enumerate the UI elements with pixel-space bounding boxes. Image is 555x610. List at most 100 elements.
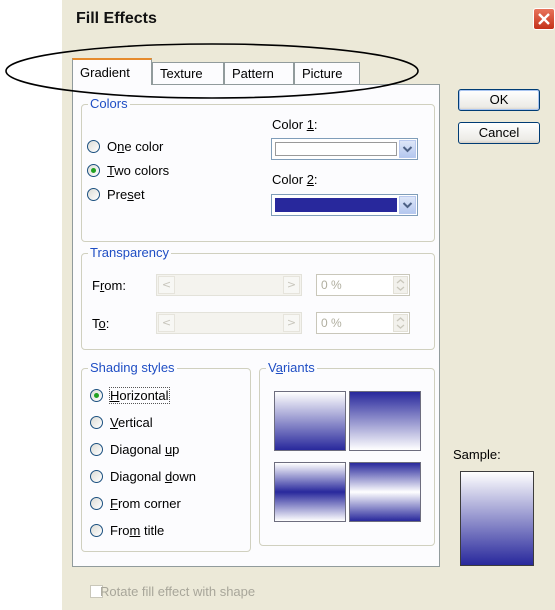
option-label: rom corner: [117, 496, 181, 511]
color1-dropdown[interactable]: [271, 138, 418, 160]
option-label: ertical: [117, 415, 153, 430]
chevron-right-icon: >: [286, 278, 297, 291]
from-slider[interactable]: < >: [156, 274, 302, 296]
option-label-accel: m: [129, 523, 141, 538]
radio-circle: [90, 389, 103, 402]
radio-circle: [87, 140, 100, 153]
color2-dropdown-button[interactable]: [399, 196, 416, 214]
chevron-down-icon: [402, 146, 413, 153]
tab-texture[interactable]: Texture: [152, 62, 224, 84]
to-spinner[interactable]: 0 %: [316, 312, 410, 334]
tab-picture[interactable]: Picture: [294, 62, 360, 84]
scroll-left-button[interactable]: <: [158, 276, 175, 294]
radio-circle: [90, 443, 103, 456]
tab-pattern[interactable]: Pattern: [224, 62, 294, 84]
label-text: :: [313, 172, 318, 187]
colors-group-label: Colors: [88, 96, 130, 111]
radio-diagonal-up[interactable]: Diagonal up: [90, 442, 179, 458]
option-label: own: [172, 469, 197, 484]
label-text: om:: [104, 278, 126, 293]
option-label: Diagonal: [110, 469, 165, 484]
label-text: F: [92, 278, 100, 293]
radio-vertical[interactable]: Vertical: [90, 415, 153, 431]
option-label: O: [107, 139, 118, 154]
label-text: Color: [272, 117, 307, 132]
color1-dropdown-button[interactable]: [399, 140, 416, 158]
radio-circle: [90, 497, 103, 510]
variant-2[interactable]: [349, 391, 421, 451]
sample-label: Sample:: [453, 447, 501, 462]
option-label: Diagonal: [110, 442, 165, 457]
option-label: Fro: [110, 523, 130, 538]
rotate-fill-label: Rotate fill effect with shape: [100, 584, 256, 599]
scroll-left-button[interactable]: <: [158, 314, 175, 332]
chevron-left-icon: <: [161, 316, 172, 329]
spinner-buttons[interactable]: [393, 314, 408, 332]
chevron-down-icon: [402, 202, 413, 209]
label-text: :: [313, 117, 318, 132]
radio-circle: [90, 470, 103, 483]
color2-label: Color 2:: [272, 172, 318, 187]
spin-up-down-icon: [396, 317, 405, 329]
close-button[interactable]: [533, 8, 555, 30]
option-label-accel: V: [110, 415, 118, 430]
option-label: e color: [124, 139, 164, 154]
variant-3[interactable]: [274, 462, 346, 522]
radio-selected-dot: [91, 168, 96, 173]
spin-up-down-icon: [396, 279, 405, 291]
scroll-right-button[interactable]: >: [283, 276, 300, 294]
focused-label: Horizontal: [109, 387, 170, 404]
dialog-title: Fill Effects: [76, 10, 157, 27]
option-label-accel: F: [110, 496, 118, 511]
label-text: riants: [282, 360, 315, 375]
variant-1[interactable]: [274, 391, 346, 451]
label-accel: a: [275, 360, 283, 375]
to-value: 0 %: [321, 316, 342, 330]
transparency-group-label: Transparency: [88, 245, 171, 260]
gradient-panel: Colors One color Two colors Preset Color…: [72, 84, 440, 567]
variant-4[interactable]: [349, 462, 421, 522]
from-label: From:: [92, 278, 126, 293]
option-label: et: [133, 187, 145, 202]
shading-styles-group: Shading styles Horizontal Vertical Diago…: [81, 360, 251, 552]
option-label: p: [172, 442, 180, 457]
radio-from-corner[interactable]: From corner: [90, 496, 181, 512]
close-icon: [538, 13, 550, 25]
sample-preview: [460, 471, 534, 566]
shading-styles-group-label: Shading styles: [88, 360, 177, 375]
radio-two-colors[interactable]: Two colors: [87, 163, 169, 179]
radio-one-color[interactable]: One color: [87, 139, 163, 155]
to-slider[interactable]: < >: [156, 312, 302, 334]
label-text: :: [105, 316, 110, 331]
option-label-accel: H: [110, 388, 120, 403]
ok-button[interactable]: OK: [458, 89, 540, 111]
radio-diagonal-down[interactable]: Diagonal down: [90, 469, 196, 485]
option-label: title: [140, 523, 165, 538]
scroll-right-button[interactable]: >: [283, 314, 300, 332]
color2-dropdown[interactable]: [271, 194, 418, 216]
to-label: To:: [92, 316, 109, 331]
option-label: Pre: [107, 187, 128, 202]
radio-circle: [87, 188, 100, 201]
chevron-right-icon: >: [286, 316, 297, 329]
chevron-left-icon: <: [161, 278, 172, 291]
from-spinner[interactable]: 0 %: [316, 274, 410, 296]
cancel-button[interactable]: Cancel: [458, 122, 540, 144]
colors-group: Colors One color Two colors Preset Color…: [81, 96, 435, 242]
spinner-buttons[interactable]: [393, 276, 408, 294]
tab-gradient[interactable]: Gradient: [72, 58, 152, 85]
radio-horizontal[interactable]: Horizontal: [90, 387, 170, 404]
radio-circle: [90, 524, 103, 537]
radio-circle: [87, 164, 100, 177]
color1-label: Color 1:: [272, 117, 318, 132]
label-text: Color: [272, 172, 307, 187]
radio-circle: [90, 416, 103, 429]
radio-selected-dot: [94, 393, 99, 398]
color2-swatch: [275, 198, 397, 212]
label-accel: o: [98, 316, 106, 331]
option-label: orizontal: [119, 388, 169, 403]
radio-preset[interactable]: Preset: [87, 187, 145, 203]
radio-from-title[interactable]: From title: [90, 523, 164, 539]
transparency-group: Transparency From: < > 0 % To: < > 0 %: [81, 245, 435, 350]
from-value: 0 %: [321, 278, 342, 292]
